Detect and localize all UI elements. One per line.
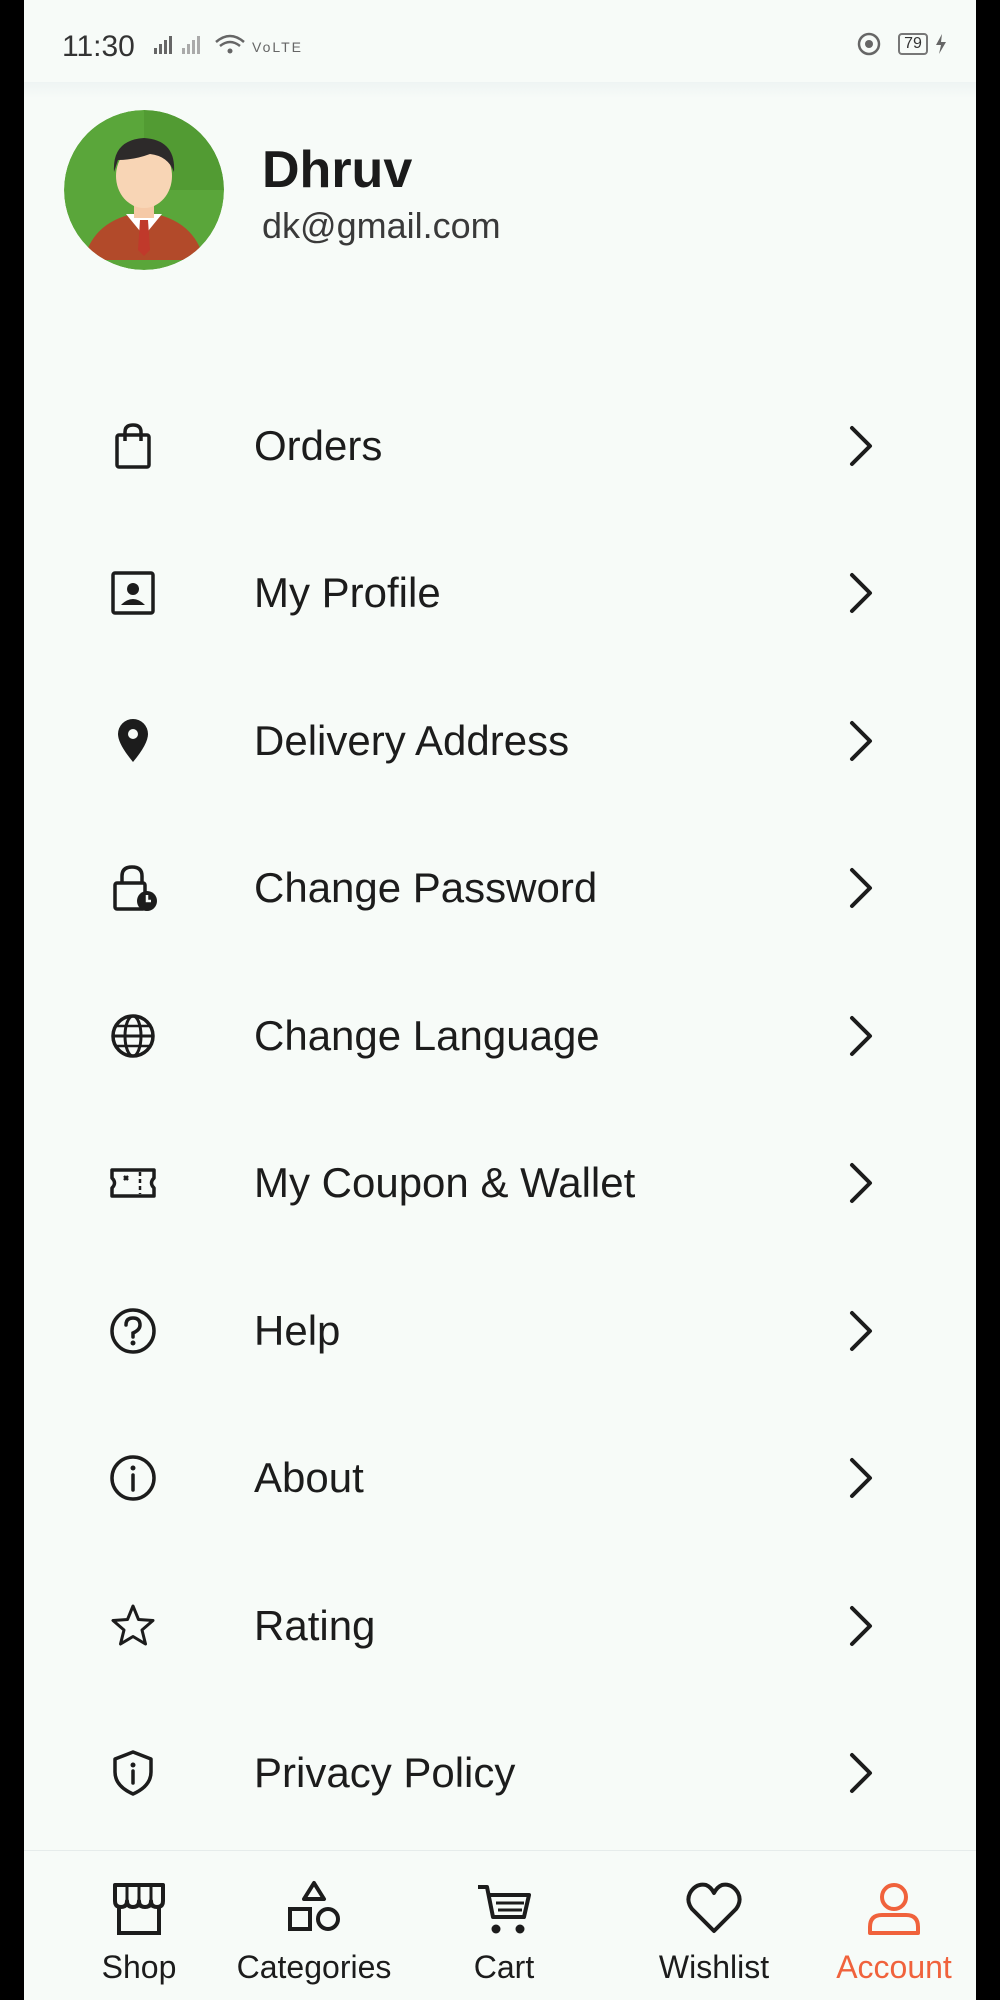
- chevron-right-icon: [850, 1015, 872, 1056]
- profile-name: Dhruv: [262, 141, 413, 199]
- chevron-right-icon: [850, 1605, 872, 1646]
- lock-clock-icon: [113, 865, 157, 912]
- menu-item-coupon-wallet[interactable]: My Coupon & Wallet: [24, 1110, 976, 1258]
- menu-item-change-language[interactable]: Change Language: [24, 962, 976, 1110]
- nav-label: Shop: [101, 1949, 177, 1985]
- menu-label: My Coupon & Wallet: [254, 1159, 636, 1207]
- charging-icon: [936, 34, 946, 55]
- menu-label: Orders: [254, 421, 383, 469]
- categories-icon: [288, 1881, 340, 1931]
- chevron-right-icon: [850, 868, 872, 909]
- user-icon: [868, 1883, 920, 1935]
- account-menu: Orders My Profile Delivery Address Chang…: [24, 372, 976, 1847]
- coupon-icon: [110, 1168, 156, 1198]
- menu-item-rating[interactable]: Rating: [24, 1552, 976, 1700]
- nav-cart[interactable]: Cart: [444, 1851, 564, 2000]
- chevron-right-icon: [850, 1163, 872, 1204]
- profile-card-icon: [111, 571, 155, 615]
- status-icons-right: 79: [856, 30, 948, 57]
- svg-text:VoLTE: VoLTE: [252, 39, 302, 55]
- menu-item-about[interactable]: About: [24, 1405, 976, 1553]
- status-time: 11:30: [62, 30, 135, 63]
- chevron-right-icon: [850, 425, 872, 466]
- menu-label: About: [254, 1454, 364, 1502]
- chevron-right-icon: [850, 1753, 872, 1794]
- nav-label: Wishlist: [658, 1949, 770, 1985]
- avatar-illustration: [64, 110, 224, 270]
- menu-label: Change Password: [254, 864, 598, 912]
- globe-icon: [111, 1014, 155, 1058]
- status-divider: [24, 82, 976, 98]
- chevron-right-icon: [850, 720, 872, 761]
- shopping-bag-icon: [115, 422, 151, 469]
- menu-item-help[interactable]: Help: [24, 1257, 976, 1405]
- battery-indicator: 79: [898, 33, 928, 56]
- nav-shop[interactable]: Shop: [64, 1851, 214, 2000]
- menu-label: Delivery Address: [254, 716, 570, 764]
- menu-label: Change Language: [254, 1011, 600, 1059]
- nav-categories[interactable]: Categories: [234, 1851, 394, 2000]
- bottom-nav: Shop Categories Cart Wishlist Account: [24, 1850, 976, 2000]
- cart-icon: [478, 1885, 531, 1934]
- signal-icon: VoLTE: [154, 34, 302, 55]
- profile-email: dk@gmail.com: [262, 205, 501, 246]
- menu-label: My Profile: [254, 569, 441, 617]
- menu-item-privacy-policy[interactable]: Privacy Policy: [24, 1700, 976, 1848]
- alarm-icon: [857, 32, 881, 56]
- nav-account[interactable]: Account: [814, 1851, 974, 2000]
- status-bar: 11:30 VoLTE 79: [24, 0, 976, 98]
- chevron-right-icon: [850, 1310, 872, 1351]
- avatar[interactable]: [64, 110, 224, 270]
- menu-item-orders[interactable]: Orders: [24, 372, 976, 520]
- nav-wishlist[interactable]: Wishlist: [624, 1851, 804, 2000]
- nav-label: Cart: [473, 1949, 535, 1985]
- menu-item-delivery-address[interactable]: Delivery Address: [24, 667, 976, 815]
- heart-icon: [686, 1882, 742, 1933]
- menu-item-my-profile[interactable]: My Profile: [24, 520, 976, 668]
- menu-item-change-password[interactable]: Change Password: [24, 815, 976, 963]
- chevron-right-icon: [850, 573, 872, 614]
- signal-wifi-icons: VoLTE: [152, 30, 302, 62]
- star-icon: [111, 1604, 155, 1646]
- shield-icon: [113, 1750, 153, 1796]
- help-icon: [110, 1308, 156, 1354]
- menu-label: Help: [254, 1306, 341, 1354]
- menu-label: Privacy Policy: [254, 1749, 516, 1797]
- menu-label: Rating: [254, 1601, 376, 1649]
- nav-label: Categories: [236, 1949, 392, 1985]
- info-icon: [110, 1455, 156, 1501]
- store-icon: [113, 1883, 165, 1935]
- location-pin-icon: [118, 718, 148, 762]
- nav-label: Account: [836, 1949, 952, 1985]
- chevron-right-icon: [850, 1458, 872, 1499]
- account-screen: 11:30 VoLTE 79 Dhruv dk@gmail.com Orders…: [24, 0, 976, 2000]
